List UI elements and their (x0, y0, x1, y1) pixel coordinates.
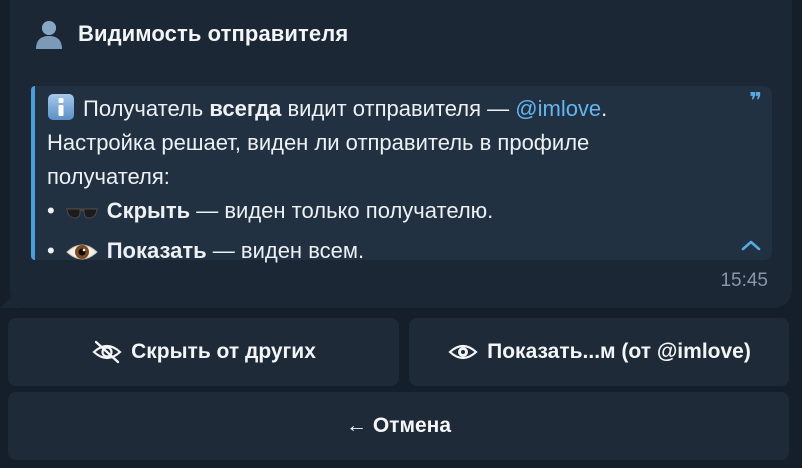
sunglasses-icon (65, 200, 99, 234)
message-header: Видимость отправителя (32, 16, 348, 52)
bullet-show-rest: — виден всем. (206, 238, 365, 263)
bullet-hide-rest: — виден только получателю. (190, 198, 494, 223)
message-time: 15:45 (720, 270, 768, 291)
quote-bullet-hide: • Скрыть — виден только получателю. (47, 194, 732, 234)
hide-button-label: Скрыть от других (131, 340, 316, 363)
show-button[interactable]: Показать...м (от @imlove) (409, 318, 789, 386)
cancel-button[interactable]: ← Отмена (8, 392, 789, 460)
eye-emoji-icon (65, 240, 99, 274)
message-title: Видимость отправителя (78, 21, 349, 46)
quote-text-part: Получатель (83, 96, 210, 121)
quote-text-part: видит отправителя — (281, 96, 516, 121)
quote-mark-icon: ❞ (749, 88, 762, 113)
bullet: • (47, 198, 55, 223)
quote-line-2: Настройка решает, виден ли отправитель в… (47, 130, 590, 155)
person-silhouette-icon (32, 17, 66, 51)
cancel-button-label: ← Отмена (345, 414, 452, 437)
quote-bold-always: всегда (209, 96, 282, 121)
blockquote[interactable]: ❞ Получатель всегда видит отправителя — … (31, 86, 772, 263)
quote-text-part: . (601, 96, 608, 121)
eye-icon (447, 340, 479, 364)
hide-from-others-button[interactable]: Скрыть от других (8, 318, 399, 386)
info-icon (47, 93, 75, 121)
mention-link[interactable]: @imlove (515, 96, 601, 121)
chat-view: Видимость отправителя ❞ Получатель всегд… (0, 0, 802, 468)
quote-line-3: получателя: (47, 164, 170, 189)
collapse-chevron-icon[interactable] (740, 238, 762, 252)
eye-slash-icon (91, 340, 123, 364)
blockquote-accent-bar (31, 86, 35, 260)
show-button-label: Показать...м (от @imlove) (487, 340, 751, 363)
quote-line-1: Получатель всегда видит отправителя — @i… (47, 92, 732, 126)
blockquote-text: Получатель всегда видит отправителя — @i… (47, 92, 732, 274)
bullet-show-bold: Показать (106, 238, 207, 263)
quote-bullet-show: • Показать — виден всем. (47, 234, 732, 274)
bullet: • (47, 238, 55, 263)
message-bubble: Видимость отправителя ❞ Получатель всегд… (10, 0, 792, 308)
bullet-hide-bold: Скрыть (106, 198, 191, 223)
